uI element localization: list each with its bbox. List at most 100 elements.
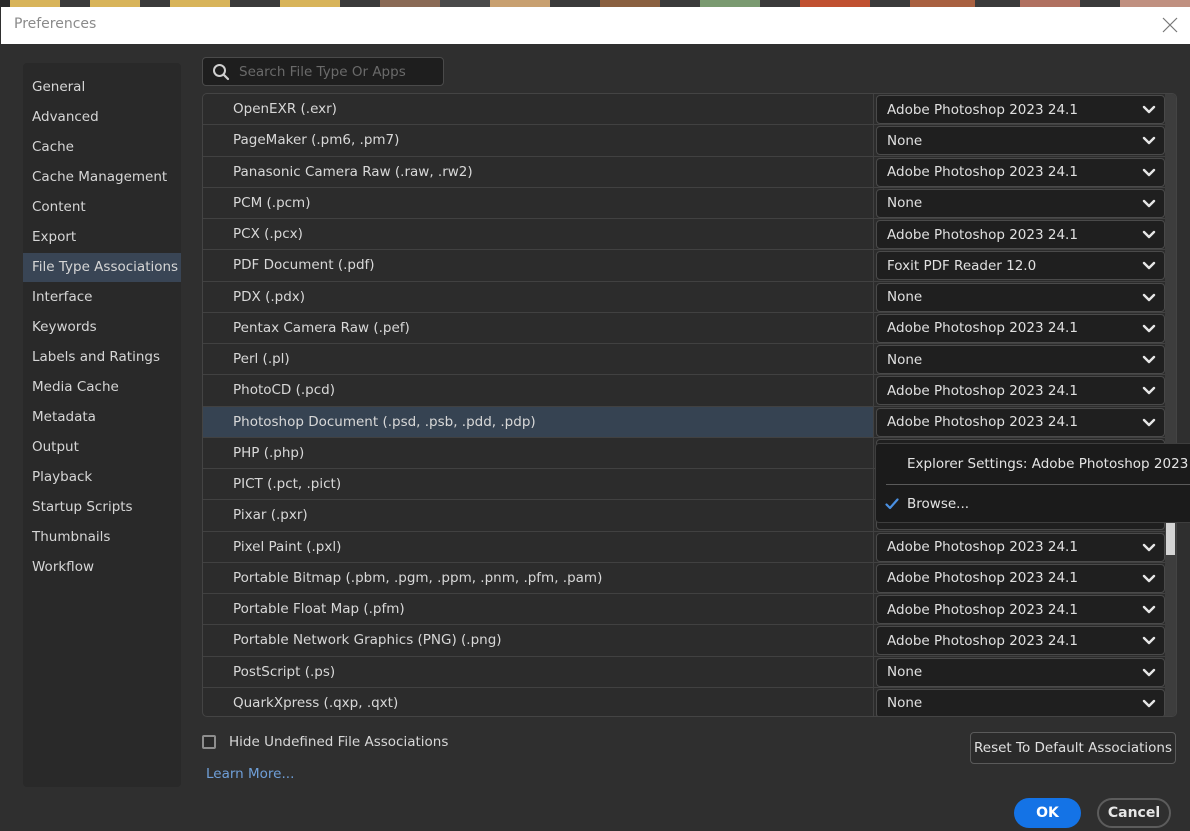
menu-item-label: Browse...: [907, 496, 970, 512]
sidebar-item-media-cache[interactable]: Media Cache: [23, 373, 181, 402]
sidebar-item-interface[interactable]: Interface: [23, 283, 181, 312]
app-select-dropdown[interactable]: None: [876, 657, 1165, 687]
association-row[interactable]: PCM (.pcm) None: [203, 187, 1176, 219]
window-title: Preferences: [14, 16, 97, 32]
chevron-down-icon: [1142, 135, 1156, 147]
app-select-value: Adobe Photoshop 2023 24.1: [887, 632, 1078, 649]
app-select-value: None: [887, 695, 923, 712]
association-row[interactable]: Photoshop Document (.psd, .psb, .pdd, .p…: [203, 406, 1176, 438]
association-row[interactable]: Panasonic Camera Raw (.raw, .rw2) Adobe P…: [203, 156, 1176, 188]
chevron-down-icon: [1142, 229, 1156, 241]
app-select-value: Adobe Photoshop 2023 24.1: [887, 101, 1078, 118]
association-row[interactable]: PCX (.pcx) Adobe Photoshop 2023 24.1: [203, 219, 1176, 251]
association-row[interactable]: Pentax Camera Raw (.pef) Adobe Photoshop …: [203, 312, 1176, 344]
file-type-name: PageMaker (.pm6, .pm7): [203, 125, 874, 156]
app-select-dropdown[interactable]: None: [876, 688, 1165, 716]
app-select-dropdown[interactable]: Adobe Photoshop 2023 24.1: [876, 313, 1165, 343]
cancel-button[interactable]: Cancel: [1097, 798, 1171, 828]
association-row[interactable]: QuarkXpress (.qxp, .qxt) None: [203, 687, 1176, 716]
sidebar-item-workflow[interactable]: Workflow: [23, 553, 181, 582]
sidebar-item-playback[interactable]: Playback: [23, 463, 181, 492]
association-row[interactable]: PhotoCD (.pcd) Adobe Photoshop 2023 24.1: [203, 375, 1176, 407]
association-row[interactable]: PDX (.pdx) None: [203, 281, 1176, 313]
file-type-name: PCX (.pcx): [203, 219, 874, 250]
app-select-dropdown[interactable]: Foxit PDF Reader 12.0: [876, 251, 1165, 281]
menu-item-browse[interactable]: Browse...: [876, 489, 1190, 519]
chevron-down-icon: [1142, 324, 1156, 332]
app-select-dropdown[interactable]: Adobe Photoshop 2023 24.1: [876, 376, 1165, 406]
ok-button[interactable]: OK: [1014, 798, 1081, 828]
checkmark-icon: [885, 498, 899, 510]
file-type-name: PDF Document (.pdf): [203, 250, 874, 281]
app-select-dropdown[interactable]: Adobe Photoshop 2023 24.1: [876, 220, 1165, 249]
association-row[interactable]: OpenEXR (.exr) Adobe Photoshop 2023 24.1: [203, 94, 1176, 126]
app-select-dropdown[interactable]: None: [876, 126, 1165, 156]
sidebar-item-advanced[interactable]: Advanced: [23, 103, 181, 132]
app-select-value: Adobe Photoshop 2023 24.1: [887, 164, 1078, 180]
app-select-value: Adobe Photoshop 2023 24.1: [887, 539, 1078, 555]
chevron-down-icon: [1142, 605, 1156, 614]
sidebar-item-labels-and-ratings[interactable]: Labels and Ratings: [23, 343, 181, 372]
file-type-name: PCM (.pcm): [203, 187, 874, 218]
close-button[interactable]: [1160, 15, 1180, 35]
chevron-down-icon: [1142, 417, 1156, 429]
sidebar-item-keywords[interactable]: Keywords: [23, 313, 181, 342]
sidebar-item-cache-management[interactable]: Cache Management: [23, 163, 181, 192]
association-row[interactable]: PageMaker (.pm6, .pm7) None: [203, 125, 1176, 157]
menu-item-explorer-settings[interactable]: Explorer Settings: Adobe Photoshop 2023 …: [876, 449, 1190, 479]
file-type-name: QuarkXpress (.qxp, .qxt): [203, 687, 874, 716]
chevron-down-icon: [1142, 573, 1156, 585]
association-row[interactable]: Portable Float Map (.pfm) Adobe Photoshop…: [203, 594, 1176, 626]
chevron-down-icon: [1142, 385, 1156, 397]
file-type-name: Perl (.pl): [203, 344, 874, 375]
scrollbar-track[interactable]: [1165, 94, 1176, 716]
chevron-down-icon: [1142, 105, 1156, 114]
chevron-down-icon: [1142, 637, 1156, 645]
chevron-down-icon: [1142, 542, 1156, 554]
hide-undefined-option[interactable]: Hide Undefined File Associations: [202, 732, 448, 752]
sidebar-item-startup-scripts[interactable]: Startup Scripts: [23, 493, 181, 522]
chevron-down-icon: [1142, 262, 1156, 270]
sidebar-item-output[interactable]: Output: [23, 433, 181, 462]
search-box: [202, 57, 444, 86]
app-select-dropdown[interactable]: Adobe Photoshop 2023 24.1: [876, 563, 1165, 593]
file-type-name: PDX (.pdx): [203, 281, 874, 312]
reset-associations-button[interactable]: Reset To Default Associations: [970, 732, 1176, 764]
app-select-dropdown[interactable]: Adobe Photoshop 2023 24.1: [876, 95, 1165, 124]
menu-item-label: Explorer Settings: Adobe Photoshop 2023 …: [907, 456, 1190, 472]
association-row[interactable]: Perl (.pl) None: [203, 344, 1176, 376]
chevron-down-icon: [1142, 387, 1156, 395]
sidebar-item-metadata[interactable]: Metadata: [23, 403, 181, 432]
app-select-value: None: [887, 289, 923, 305]
app-select-value: Adobe Photoshop 2023 24.1: [887, 382, 1078, 399]
chevron-down-icon: [1142, 354, 1156, 366]
association-row[interactable]: Pixel Paint (.pxl) Adobe Photoshop 2023 2…: [203, 531, 1176, 563]
sidebar-item-content[interactable]: Content: [23, 193, 181, 222]
app-select-value: None: [887, 132, 923, 149]
app-select-dropdown[interactable]: None: [876, 345, 1165, 374]
app-select-dropdown[interactable]: None: [876, 188, 1165, 218]
chevron-down-icon: [1142, 574, 1156, 582]
app-select-dropdown[interactable]: None: [876, 282, 1165, 312]
sidebar-item-thumbnails[interactable]: Thumbnails: [23, 523, 181, 552]
sidebar-item-file-type-associations[interactable]: File Type Associations: [23, 253, 181, 282]
search-input[interactable]: [239, 61, 439, 82]
association-row[interactable]: Portable Network Graphics (PNG) (.png) Ad…: [203, 625, 1176, 657]
app-select-dropdown[interactable]: Adobe Photoshop 2023 24.1: [876, 595, 1165, 624]
file-type-name: Pixar (.pxr): [203, 500, 874, 531]
title-bar: Preferences: [1, 7, 1190, 44]
sidebar-item-general[interactable]: General: [23, 73, 181, 102]
association-row[interactable]: PostScript (.ps) None: [203, 656, 1176, 688]
sidebar-item-cache[interactable]: Cache: [23, 133, 181, 162]
app-select-dropdown[interactable]: Adobe Photoshop 2023 24.1: [876, 407, 1165, 437]
app-select-dropdown[interactable]: Adobe Photoshop 2023 24.1: [876, 157, 1165, 187]
app-select-dropdown[interactable]: Adobe Photoshop 2023 24.1: [876, 532, 1165, 562]
chevron-down-icon: [1142, 230, 1156, 239]
hide-undefined-checkbox[interactable]: [202, 735, 216, 749]
file-type-name: Portable Network Graphics (PNG) (.png): [203, 625, 874, 656]
association-row[interactable]: PDF Document (.pdf) Foxit PDF Reader 12.0: [203, 250, 1176, 282]
association-row[interactable]: Portable Bitmap (.pbm, .pgm, .ppm, .pnm,…: [203, 562, 1176, 594]
app-select-dropdown[interactable]: Adobe Photoshop 2023 24.1: [876, 626, 1165, 656]
learn-more-link[interactable]: Learn More...: [206, 766, 294, 782]
sidebar-item-export[interactable]: Export: [23, 223, 181, 252]
